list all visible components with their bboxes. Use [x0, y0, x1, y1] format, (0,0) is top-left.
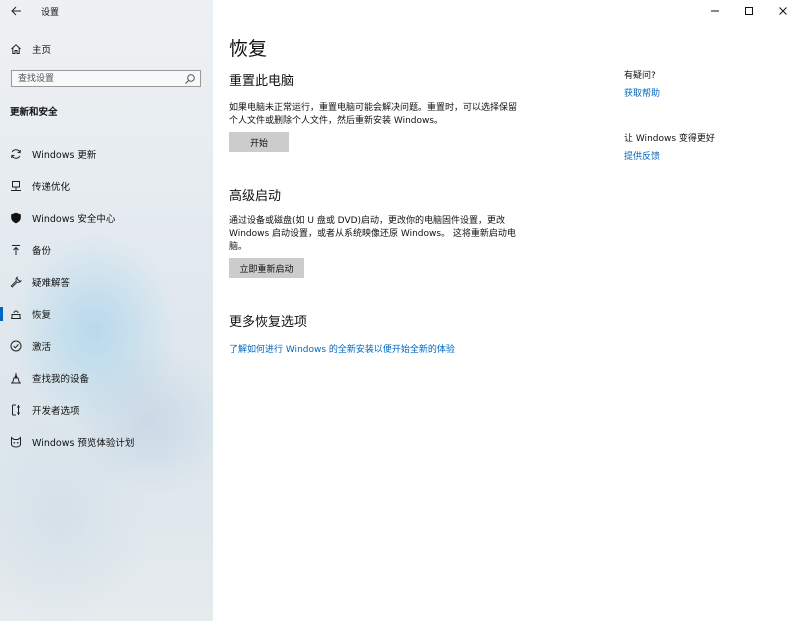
sidebar-item-label: 传递优化	[32, 182, 71, 193]
more-options-heading: 更多恢复选项	[229, 315, 308, 330]
sidebar-item-label: 疑难解答	[32, 278, 71, 289]
sidebar-item-developer-options[interactable]: 开发者选项	[0, 394, 213, 426]
close-icon	[779, 7, 787, 15]
back-button[interactable]	[6, 2, 26, 20]
sidebar-item-recovery[interactable]: 恢复	[0, 298, 213, 330]
page-title: 恢复	[229, 38, 268, 60]
main-content: 恢复 重置此电脑 如果电脑未正常运行，重置电脑可能会解决问题。重置时，可以选择保…	[213, 0, 800, 621]
improve-windows-text: 让 Windows 变得更好	[624, 134, 715, 144]
shield-icon	[9, 211, 23, 225]
advanced-startup-description: 通过设备或磁盘(如 U 盘或 DVD)启动，更改你的电脑固件设置，更改 Wind…	[229, 215, 516, 254]
sidebar-item-label: Windows 更新	[32, 150, 97, 161]
sidebar-item-home[interactable]: 主页	[0, 38, 213, 60]
restart-now-button[interactable]: 立即重新启动	[229, 258, 304, 278]
search-box	[11, 70, 201, 87]
reset-heading: 重置此电脑	[229, 74, 295, 89]
maximize-icon	[745, 7, 753, 15]
activation-check-icon	[9, 339, 23, 353]
sidebar-item-delivery-optimization[interactable]: 传递优化	[0, 170, 213, 202]
search-input[interactable]	[18, 72, 178, 85]
reset-description: 如果电脑未正常运行，重置电脑可能会解决问题。重置时，可以选择保留 个人文件或删除…	[229, 102, 517, 128]
question-text: 有疑问?	[624, 71, 656, 81]
sidebar-item-label: Windows 安全中心	[32, 214, 116, 225]
delivery-optimization-icon	[9, 179, 23, 193]
wrench-icon	[9, 275, 23, 289]
sidebar-item-label: 恢复	[32, 310, 52, 321]
get-help-link[interactable]: 获取帮助	[624, 86, 660, 99]
selection-indicator	[0, 307, 3, 321]
minimize-icon	[711, 10, 719, 12]
reset-desc-line: 如果电脑未正常运行，重置电脑可能会解决问题。重置时，可以选择保留	[229, 103, 518, 113]
recovery-icon	[9, 307, 23, 321]
developer-icon	[9, 403, 23, 417]
sync-icon	[9, 147, 23, 161]
advanced-desc-line: 脑。	[229, 242, 248, 252]
backup-icon	[9, 243, 23, 257]
advanced-startup-heading: 高级启动	[229, 189, 282, 204]
sidebar-item-windows-update[interactable]: Windows 更新	[0, 138, 213, 170]
advanced-desc-line: 通过设备或磁盘(如 U 盘或 DVD)启动，更改你的电脑固件设置，更改	[229, 216, 506, 226]
window-controls	[698, 0, 800, 22]
sidebar-item-label: Windows 预览体验计划	[32, 438, 135, 449]
advanced-desc-line: Windows 启动设置，或者从系统映像还原 Windows。 这将重新启动电	[229, 229, 516, 239]
sidebar: 设置 主页 更新和安全 Windows 更新	[0, 0, 213, 621]
sidebar-item-label: 开发者选项	[32, 406, 80, 417]
fresh-install-link[interactable]: 了解如何进行 Windows 的全新安装以便开始全新的体验	[229, 342, 455, 355]
sidebar-item-windows-security[interactable]: Windows 安全中心	[0, 202, 213, 234]
sidebar-item-label: 查找我的设备	[32, 374, 90, 385]
sidebar-item-label: 激活	[32, 342, 52, 353]
titlebar: 设置	[0, 0, 213, 22]
sidebar-item-label: 备份	[32, 246, 52, 257]
back-arrow-icon	[10, 6, 21, 16]
section-title: 更新和安全	[10, 107, 58, 118]
sidebar-item-find-my-device[interactable]: 查找我的设备	[0, 362, 213, 394]
close-button[interactable]	[766, 0, 800, 22]
home-icon	[9, 42, 23, 56]
search-icon[interactable]	[184, 73, 196, 85]
sidebar-item-troubleshoot[interactable]: 疑难解答	[0, 266, 213, 298]
insider-cat-icon	[9, 435, 23, 449]
sidebar-item-insider-program[interactable]: Windows 预览体验计划	[0, 426, 213, 458]
maximize-button[interactable]	[732, 0, 766, 22]
reset-desc-line: 个人文件或删除个人文件，然后重新安装 Windows。	[229, 116, 444, 126]
sidebar-nav: Windows 更新 传递优化 Windows 安全中心 备份 疑难解答 恢复 …	[0, 138, 213, 458]
home-label: 主页	[32, 45, 52, 56]
minimize-button[interactable]	[698, 0, 732, 22]
get-started-button[interactable]: 开始	[229, 132, 289, 152]
sidebar-item-backup[interactable]: 备份	[0, 234, 213, 266]
find-device-icon	[9, 371, 23, 385]
sidebar-item-activation[interactable]: 激活	[0, 330, 213, 362]
app-title: 设置	[41, 8, 60, 18]
give-feedback-link[interactable]: 提供反馈	[624, 149, 660, 162]
